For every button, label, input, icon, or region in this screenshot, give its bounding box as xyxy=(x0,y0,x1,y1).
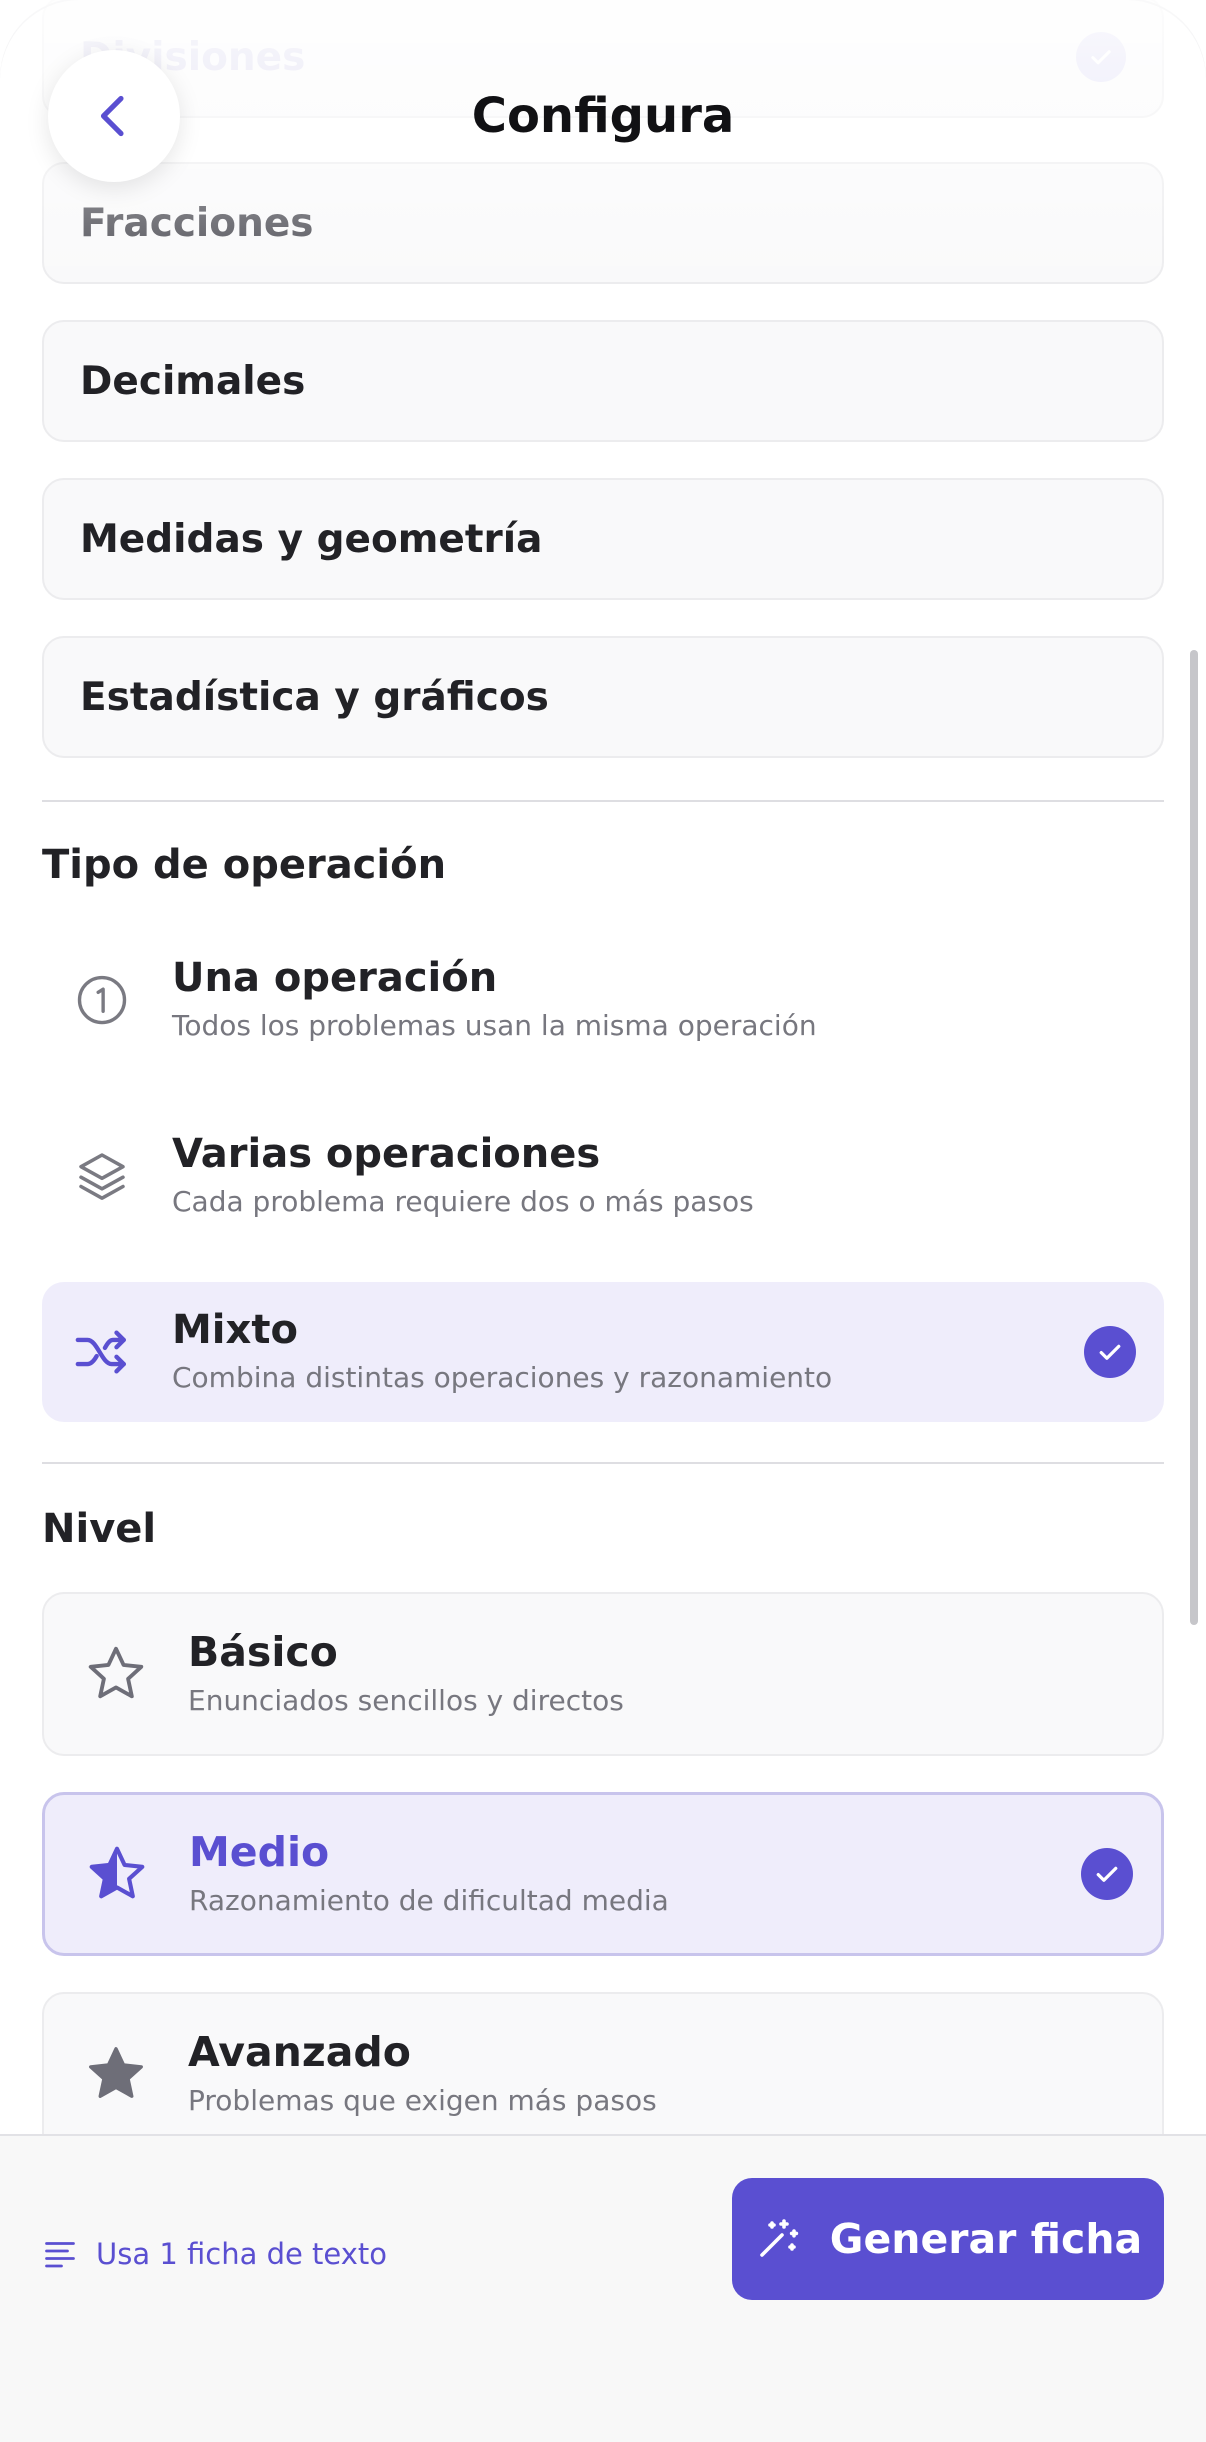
option-title: Mixto xyxy=(172,1307,298,1353)
star-outline-icon xyxy=(80,1638,152,1710)
topic-card-estadistica[interactable]: Estadística y gráficos xyxy=(42,636,1164,758)
section-title-level: Nivel xyxy=(42,1506,157,1552)
operation-option-una[interactable]: Una operación Todos los problemas usan l… xyxy=(42,930,1164,1070)
option-subtitle: Combina distintas operaciones y razonami… xyxy=(172,1361,833,1394)
topic-card-fracciones[interactable]: Fracciones xyxy=(42,162,1164,284)
level-option-basico[interactable]: Básico Enunciados sencillos y directos xyxy=(42,1592,1164,1756)
option-subtitle: Cada problema requiere dos o más pasos xyxy=(172,1185,754,1218)
check-icon xyxy=(1084,1326,1136,1378)
operation-option-varias[interactable]: Varias operaciones Cada problema requier… xyxy=(42,1106,1164,1246)
text-lines-icon xyxy=(45,2242,75,2268)
divider xyxy=(42,1462,1164,1464)
option-subtitle: Todos los problemas usan la misma operac… xyxy=(172,1009,817,1042)
check-icon xyxy=(1081,1848,1133,1900)
operation-option-mixto[interactable]: Mixto Combina distintas operaciones y ra… xyxy=(42,1282,1164,1422)
generate-button[interactable]: Generar ficha xyxy=(732,2178,1164,2300)
star-filled-icon xyxy=(80,2038,152,2110)
topic-label: Estadística y gráficos xyxy=(80,674,549,720)
section-title-operation: Tipo de operación xyxy=(42,842,447,888)
level-option-avanzado[interactable]: Avanzado Problemas que exigen más pasos xyxy=(42,1992,1164,2156)
option-title: Avanzado xyxy=(188,2028,411,2076)
bottom-bar: Usa 1 ficha de texto Generar ficha xyxy=(0,2134,1206,2442)
option-subtitle: Enunciados sencillos y directos xyxy=(188,1684,624,1717)
shuffle-icon xyxy=(70,1320,134,1384)
scrollbar[interactable] xyxy=(1190,650,1198,1625)
number-one-circle-icon xyxy=(70,968,134,1032)
option-title: Varias operaciones xyxy=(172,1131,601,1177)
level-option-medio[interactable]: Medio Razonamiento de dificultad media xyxy=(42,1792,1164,1956)
layers-icon xyxy=(70,1144,134,1208)
option-subtitle: Razonamiento de dificultad media xyxy=(189,1884,669,1917)
generate-label: Generar ficha xyxy=(829,2215,1143,2263)
option-title: Medio xyxy=(189,1828,330,1876)
option-title: Una operación xyxy=(172,955,498,1001)
configure-screen: Divisiones Fracciones Decimales Medidas … xyxy=(0,0,1206,2442)
divider xyxy=(42,800,1164,802)
topic-card-decimales[interactable]: Decimales xyxy=(42,320,1164,442)
quota-info: Usa 1 ficha de texto xyxy=(42,2236,387,2272)
option-subtitle: Problemas que exigen más pasos xyxy=(188,2084,657,2117)
topic-label: Decimales xyxy=(80,358,306,404)
check-icon xyxy=(1076,32,1126,82)
page-title: Configura xyxy=(471,88,735,144)
topic-label: Medidas y geometría xyxy=(80,516,543,562)
topic-label: Fracciones xyxy=(80,200,314,246)
magic-wand-icon xyxy=(759,2219,798,2257)
star-half-icon xyxy=(81,1838,153,1910)
option-title: Básico xyxy=(188,1628,338,1676)
topic-card-medidas[interactable]: Medidas y geometría xyxy=(42,478,1164,600)
quota-text: Usa 1 ficha de texto xyxy=(96,2237,388,2271)
